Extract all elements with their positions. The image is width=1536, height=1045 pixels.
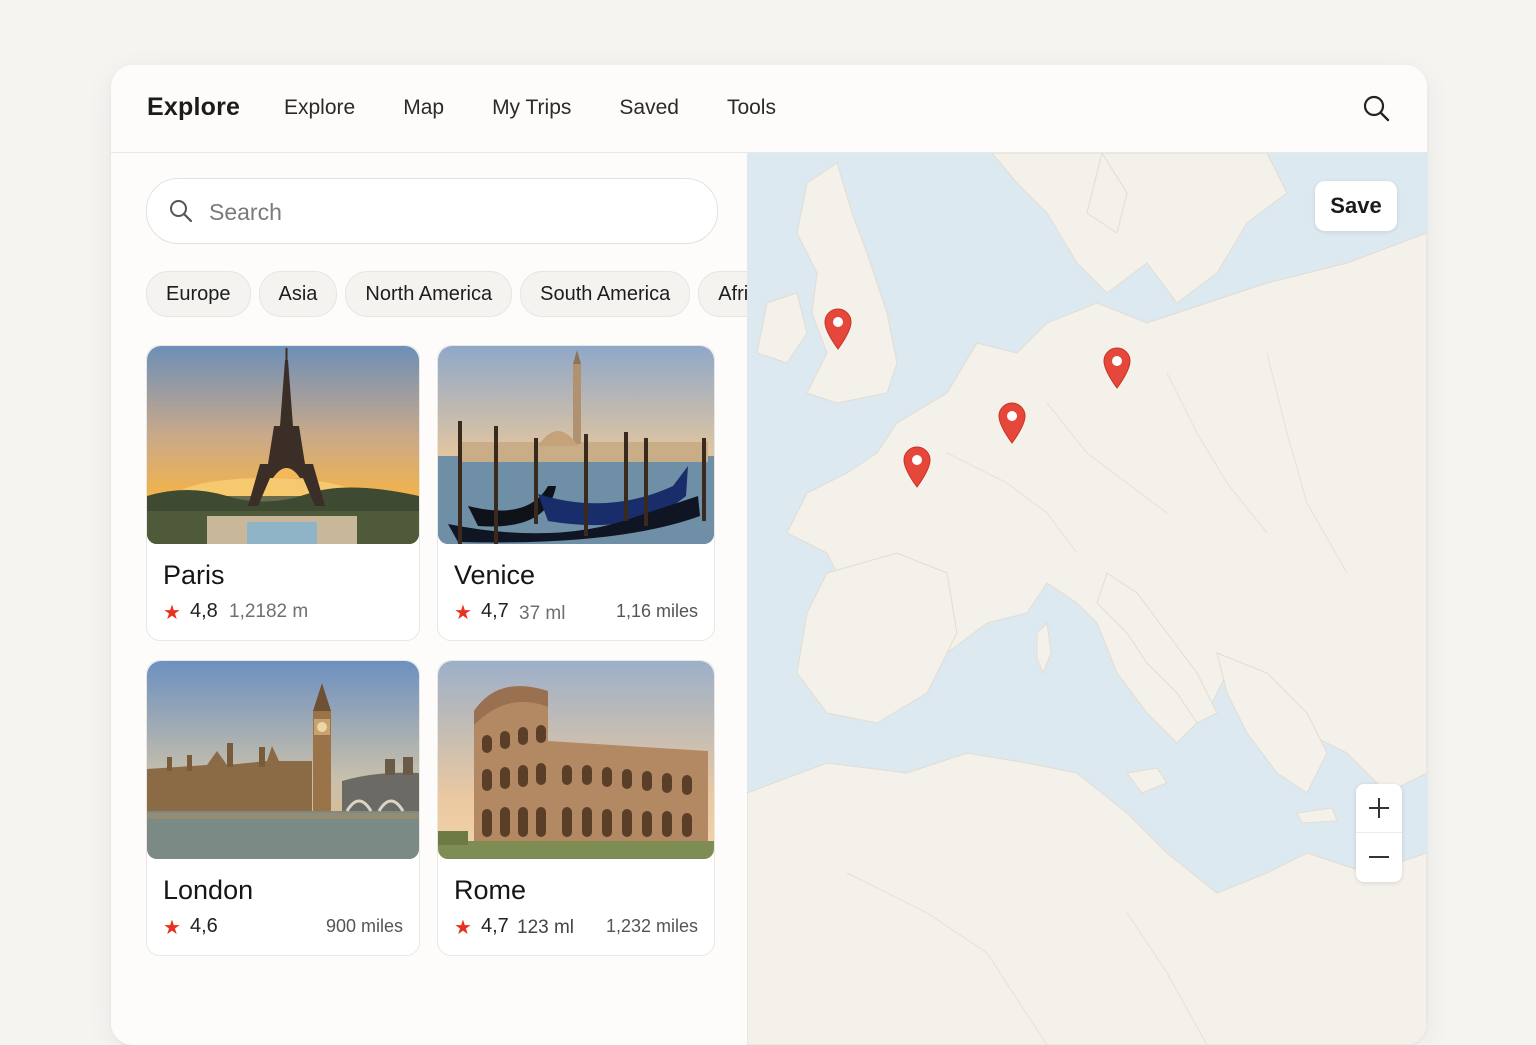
card-title: Rome <box>454 875 527 905</box>
card-meta: ★ 4,8 1,2182 m <box>163 600 403 626</box>
star-icon: ★ <box>454 602 472 624</box>
card-rating: 4,8 <box>190 600 218 622</box>
search-field[interactable] <box>146 178 718 244</box>
nav-item-map[interactable]: Map <box>403 96 444 120</box>
destination-card-paris[interactable]: Paris ★ 4,8 1,2182 m <box>146 345 420 641</box>
card-meta: ★ 4,7 123 ml 1,232 miles <box>454 915 698 941</box>
minus-icon <box>1369 856 1389 858</box>
card-title: London <box>163 875 254 905</box>
chip-europe[interactable]: Europe <box>146 271 251 317</box>
london-photo <box>147 661 419 859</box>
card-distance: 900 miles <box>325 916 403 936</box>
destinations-panel: EuropeAsiaNorth AmericaSouth AmericaAfri… <box>111 153 747 1045</box>
card-title: Paris <box>163 560 225 590</box>
map-pin-paris[interactable] <box>902 446 932 488</box>
global-search-button[interactable] <box>1361 93 1393 125</box>
zoom-out-button[interactable] <box>1356 833 1402 881</box>
chip-north-america[interactable]: North America <box>345 271 513 317</box>
star-icon: ★ <box>163 602 181 624</box>
zoom-in-button[interactable] <box>1356 784 1402 833</box>
map-pin-icon <box>1103 347 1131 389</box>
star-icon: ★ <box>454 917 472 939</box>
card-distance-short: 37 ml <box>519 603 566 624</box>
search-icon <box>170 200 193 223</box>
region-filter-chips: Europe Asia North America South America Afri… <box>146 271 747 319</box>
card-meta: ★ 4,7 37 ml 1,16 miles <box>454 600 698 626</box>
card-rating: 4,6 <box>190 915 218 937</box>
star-icon: ★ <box>163 917 181 939</box>
nav-item-saved[interactable]: Saved <box>619 96 679 120</box>
map-pin-icon <box>903 446 931 488</box>
nav-item-explore[interactable]: Explore <box>284 96 355 120</box>
search-input[interactable] <box>207 193 691 231</box>
map-pin-icon <box>998 402 1026 444</box>
chip-asia[interactable]: Asia <box>258 271 338 317</box>
plus-icon <box>1369 798 1389 818</box>
nav-item-my-trips[interactable]: My Trips <box>492 96 571 120</box>
map-pin-venice[interactable] <box>997 402 1027 444</box>
chip-south-america[interactable]: South America <box>520 271 691 317</box>
save-button[interactable]: Save <box>1315 181 1397 231</box>
main-nav: Explore Map My Trips Saved Tools <box>284 96 776 120</box>
venice-photo <box>438 346 714 544</box>
card-distance: 1,232 miles <box>605 916 698 936</box>
paris-photo <box>147 346 419 544</box>
card-rating: 4,7 <box>481 915 509 937</box>
app-window: Explore Explore Map My Trips Saved Tools… <box>111 65 1427 1045</box>
map-view[interactable]: Save <box>747 153 1427 1045</box>
top-nav-bar: Explore Explore Map My Trips Saved Tools <box>111 65 1427 153</box>
zoom-controls <box>1356 784 1402 882</box>
europe-map <box>747 153 1427 1045</box>
brand-title: Explore <box>147 93 241 121</box>
card-rating: 4,7 <box>481 600 509 622</box>
destination-card-london[interactable]: London ★ 4,6 900 miles <box>146 660 420 956</box>
card-distance-short: 1,2182 m <box>229 601 309 622</box>
rome-photo <box>438 661 714 859</box>
destination-card-venice[interactable]: Venice ★ 4,7 37 ml 1,16 miles <box>437 345 715 641</box>
destination-card-rome[interactable]: Rome ★ 4,7 123 ml 1,232 miles <box>437 660 715 956</box>
map-pin-london[interactable] <box>823 308 853 350</box>
card-meta: ★ 4,6 900 miles <box>163 915 403 941</box>
card-title: Venice <box>454 560 536 590</box>
search-icon <box>1363 95 1390 122</box>
map-pin-rome[interactable] <box>1102 347 1132 389</box>
nav-item-tools[interactable]: Tools <box>727 96 776 120</box>
card-distance-short: 123 ml <box>517 917 575 938</box>
map-pin-icon <box>824 308 852 350</box>
chip-africa[interactable]: Afric <box>698 271 747 317</box>
card-distance: 1,16 miles <box>615 601 698 621</box>
